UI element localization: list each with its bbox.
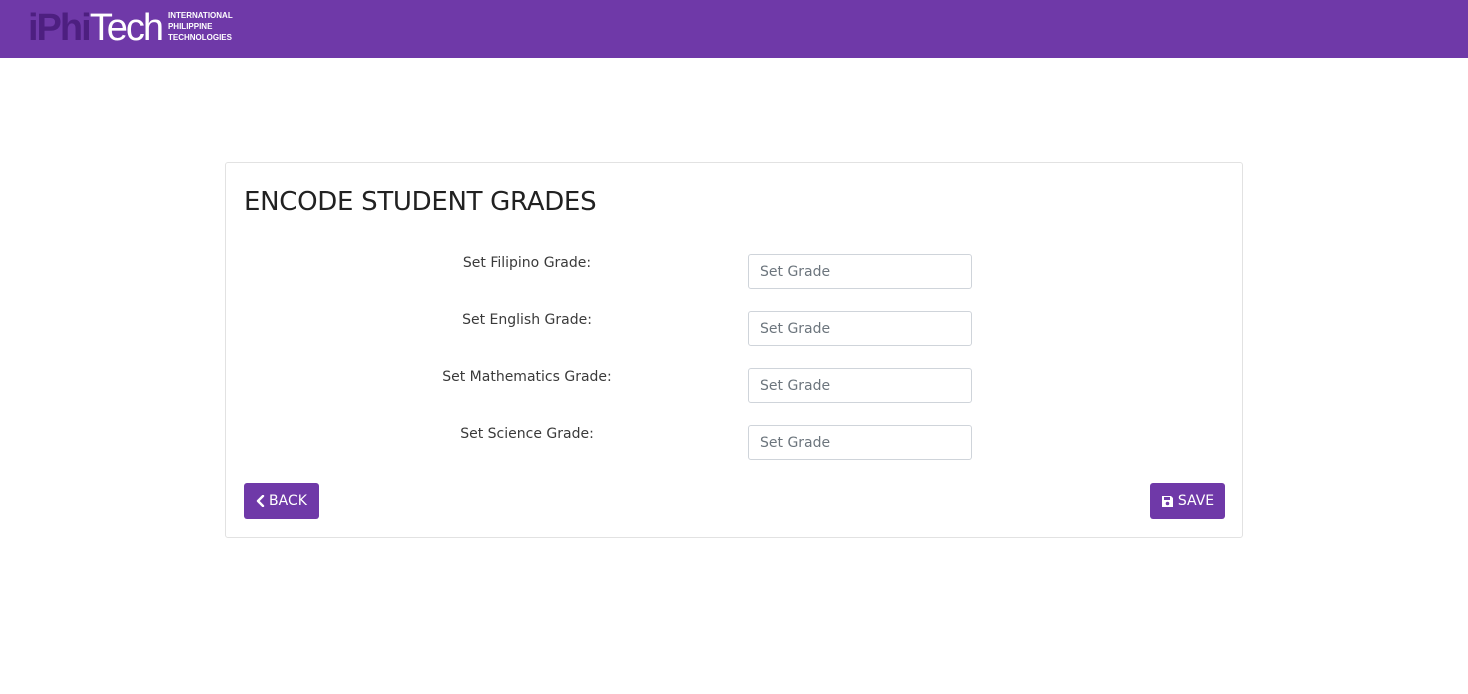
encode-grades-card: ENCODE STUDENT GRADES Set Filipino Grade… — [225, 162, 1243, 538]
logo-subtitle-line: INTERNATIONAL — [167, 10, 233, 20]
top-navbar: iPhiTech INTERNATIONAL PHILIPPINE TECHNO… — [0, 0, 1468, 58]
logo-wordmark-light: Tech — [89, 7, 164, 49]
logo-subtitle-line: PHILIPPINE — [167, 21, 213, 31]
back-button-label: BACK — [269, 493, 307, 509]
logo-wordmark-dark: iPhi — [28, 7, 92, 49]
logo-subtitle-line: TECHNOLOGIES — [167, 32, 232, 42]
back-button[interactable]: BACK — [244, 483, 319, 519]
iphitech-logo[interactable]: iPhiTech INTERNATIONAL PHILIPPINE TECHNO… — [28, 8, 233, 48]
logo-wordmark: iPhiTech — [28, 7, 164, 49]
science-grade-row: Set Science Grade: — [226, 425, 1242, 461]
english-grade-row: Set English Grade: — [226, 311, 1242, 347]
english-grade-input[interactable] — [748, 311, 972, 346]
mathematics-grade-row: Set Mathematics Grade: — [226, 368, 1242, 404]
floppy-disk-icon — [1161, 495, 1173, 507]
filipino-grade-label: Set Filipino Grade: — [462, 255, 592, 271]
save-button-label: SAVE — [1177, 493, 1215, 509]
mathematics-grade-input[interactable] — [748, 368, 972, 403]
logo-subtitle: INTERNATIONAL PHILIPPINE TECHNOLOGIES — [168, 10, 233, 43]
science-grade-label: Set Science Grade: — [460, 426, 594, 442]
filipino-grade-input[interactable] — [748, 254, 972, 289]
save-button[interactable]: SAVE — [1150, 483, 1225, 519]
english-grade-label: Set English Grade: — [462, 312, 592, 328]
chevron-left-icon — [256, 495, 265, 507]
filipino-grade-row: Set Filipino Grade: — [226, 254, 1242, 290]
science-grade-input[interactable] — [748, 425, 972, 460]
page-title: ENCODE STUDENT GRADES — [244, 187, 597, 217]
mathematics-grade-label: Set Mathematics Grade: — [442, 369, 612, 385]
